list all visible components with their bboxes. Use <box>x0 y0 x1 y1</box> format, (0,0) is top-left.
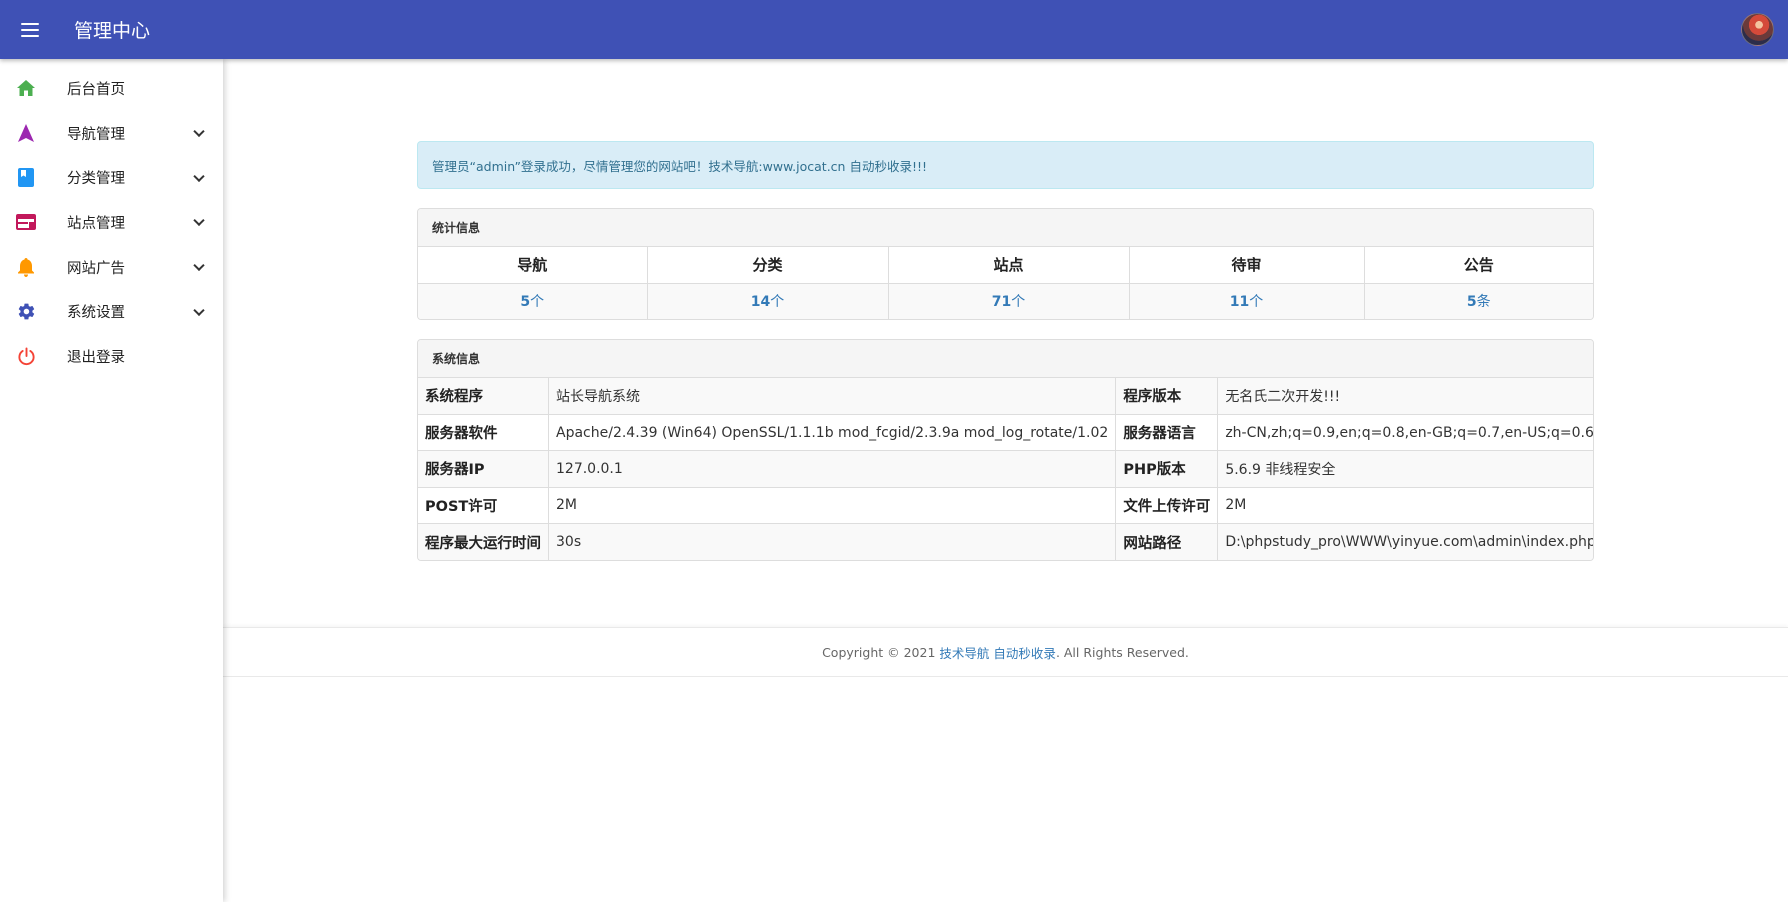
table-cell-value: Apache/2.4.39 (Win64) OpenSSL/1.1.1b mod… <box>548 414 1117 452</box>
table-cell-key: PHP版本 <box>1115 450 1219 488</box>
sidebar-item-label: 站点管理 <box>67 215 125 232</box>
sidebar-item-logout[interactable]: 退出登录 <box>0 334 223 379</box>
dashboard: 管理员“admin”登录成功，尽情管理您的网站吧！技术导航:www.jocat.… <box>417 141 1594 561</box>
stats-value: 5 <box>1466 294 1477 311</box>
system-panel: 系统信息 系统程序 站长导航系统 程序版本 无名氏二次开发!!! 服务器软件 A… <box>417 339 1594 561</box>
stats-cell-nav: 5个 <box>418 283 648 319</box>
app-title: 管理中心 <box>74 20 151 42</box>
sidebar: 后台首页 导航管理 分类管理 站点管理 网站广告 系统设置 退出登录 <box>0 59 223 902</box>
footer-rights: . All Rights Reserved. <box>1055 644 1189 660</box>
chevron-down-icon <box>193 304 205 316</box>
stats-value: 14 <box>750 294 771 311</box>
chevron-down-icon <box>193 259 205 272</box>
table-row: POST许可 2M 文件上传许可 2M <box>418 487 1593 525</box>
stats-unit: 个 <box>770 294 785 311</box>
stats-header-nav: 导航 <box>418 247 648 284</box>
sidebar-item-category[interactable]: 分类管理 <box>0 155 223 200</box>
footer-link-tech-nav[interactable]: 技术导航 <box>939 643 989 662</box>
stats-value: 11 <box>1229 294 1250 311</box>
table-cell-key: 系统程序 <box>418 378 549 415</box>
sidebar-item-label: 导航管理 <box>67 126 125 143</box>
stats-unit: 条 <box>1476 294 1491 311</box>
navigation-icon <box>16 123 36 143</box>
stats-unit: 个 <box>1249 294 1264 311</box>
stats-panel: 统计信息 导航 分类 站点 待审 公告 5个 14个 71个 11个 5条 <box>417 208 1594 320</box>
table-cell-key: 文件上传许可 <box>1115 487 1219 525</box>
sidebar-item-label: 退出登录 <box>67 349 125 366</box>
table-cell-key: 服务器语言 <box>1115 414 1219 452</box>
table-cell-value: 30s <box>548 523 1117 560</box>
stats-header-category: 分类 <box>647 247 889 284</box>
user-avatar[interactable] <box>1741 13 1774 46</box>
sidebar-item-label: 系统设置 <box>67 305 125 322</box>
stats-panel-title: 统计信息 <box>418 209 1593 247</box>
table-cell-key: 网站路径 <box>1115 523 1219 560</box>
system-info-table: 系统程序 站长导航系统 程序版本 无名氏二次开发!!! 服务器软件 Apache… <box>418 378 1593 560</box>
table-cell-value: 5.6.9 非线程安全 <box>1217 450 1593 488</box>
stats-cell-category: 14个 <box>647 283 889 319</box>
sidebar-item-settings[interactable]: 系统设置 <box>0 289 223 334</box>
stats-table: 导航 分类 站点 待审 公告 5个 14个 71个 11个 5条 <box>418 247 1593 319</box>
sidebar-item-sites[interactable]: 站点管理 <box>0 200 223 245</box>
table-row: 系统程序 站长导航系统 程序版本 无名氏二次开发!!! <box>418 378 1593 415</box>
footer-link-auto-index[interactable]: 自动秒收录 <box>993 643 1056 662</box>
book-icon <box>16 168 36 188</box>
stats-value: 71 <box>991 294 1012 311</box>
system-panel-title: 系统信息 <box>418 340 1593 378</box>
stats-cell-notice: 5条 <box>1364 283 1593 319</box>
table-row: 服务器软件 Apache/2.4.39 (Win64) OpenSSL/1.1.… <box>418 414 1593 452</box>
table-row: 服务器IP 127.0.0.1 PHP版本 5.6.9 非线程安全 <box>418 450 1593 488</box>
top-app-bar: 管理中心 <box>0 0 1788 59</box>
sidebar-item-navigation[interactable]: 导航管理 <box>0 111 223 156</box>
table-row: 程序最大运行时间 30s 网站路径 D:\phpstudy_pro\WWW\yi… <box>418 523 1593 560</box>
stats-cell-site: 71个 <box>888 283 1130 319</box>
table-cell-key: 服务器IP <box>418 450 549 488</box>
stats-unit: 个 <box>1011 294 1026 311</box>
power-icon <box>16 346 36 366</box>
table-cell-value: 站长导航系统 <box>548 378 1117 415</box>
alert-text: 管理员“admin”登录成功，尽情管理您的网站吧！技术导航:www.jocat.… <box>432 158 927 174</box>
table-cell-value: 2M <box>548 487 1117 525</box>
chevron-down-icon <box>193 170 205 182</box>
stats-header-pending: 待审 <box>1129 247 1365 284</box>
sidebar-item-label: 分类管理 <box>67 171 125 188</box>
table-cell-value: zh-CN,zh;q=0.9,en;q=0.8,en-GB;q=0.7,en-U… <box>1217 414 1593 452</box>
stats-cell-pending: 11个 <box>1129 283 1365 319</box>
sidebar-item-home[interactable]: 后台首页 <box>0 66 223 111</box>
chevron-down-icon <box>193 125 205 138</box>
footer-copyright: Copyright © 2021 <box>822 644 936 660</box>
footer: Copyright © 2021 技术导航 自动秒收录 . All Rights… <box>223 627 1788 677</box>
table-cell-key: POST许可 <box>418 487 549 525</box>
menu-button[interactable] <box>0 0 60 59</box>
menu-icon <box>21 22 39 37</box>
table-cell-value: 无名氏二次开发!!! <box>1217 378 1593 415</box>
web-icon <box>16 212 36 232</box>
table-cell-key: 程序最大运行时间 <box>418 523 549 560</box>
sidebar-item-label: 后台首页 <box>67 81 125 98</box>
stats-header-site: 站点 <box>888 247 1130 284</box>
main-content: 管理员“admin”登录成功，尽情管理您的网站吧！技术导航:www.jocat.… <box>223 59 1788 902</box>
sidebar-item-ads[interactable]: 网站广告 <box>0 245 223 290</box>
table-cell-value: 127.0.0.1 <box>548 450 1117 488</box>
sidebar-item-label: 网站广告 <box>67 260 125 277</box>
chevron-down-icon <box>193 215 205 227</box>
bell-icon <box>16 257 36 277</box>
table-cell-key: 程序版本 <box>1115 378 1219 415</box>
login-success-alert: 管理员“admin”登录成功，尽情管理您的网站吧！技术导航:www.jocat.… <box>417 141 1594 189</box>
stats-header-notice: 公告 <box>1364 247 1593 284</box>
gear-icon <box>16 302 36 322</box>
table-cell-value: 2M <box>1217 487 1593 525</box>
stats-value: 5 <box>520 294 531 311</box>
stats-unit: 个 <box>530 294 545 311</box>
table-cell-key: 服务器软件 <box>418 414 549 452</box>
home-icon <box>16 78 36 98</box>
table-cell-value: D:\phpstudy_pro\WWW\yinyue.com\admin\ind… <box>1217 523 1593 560</box>
